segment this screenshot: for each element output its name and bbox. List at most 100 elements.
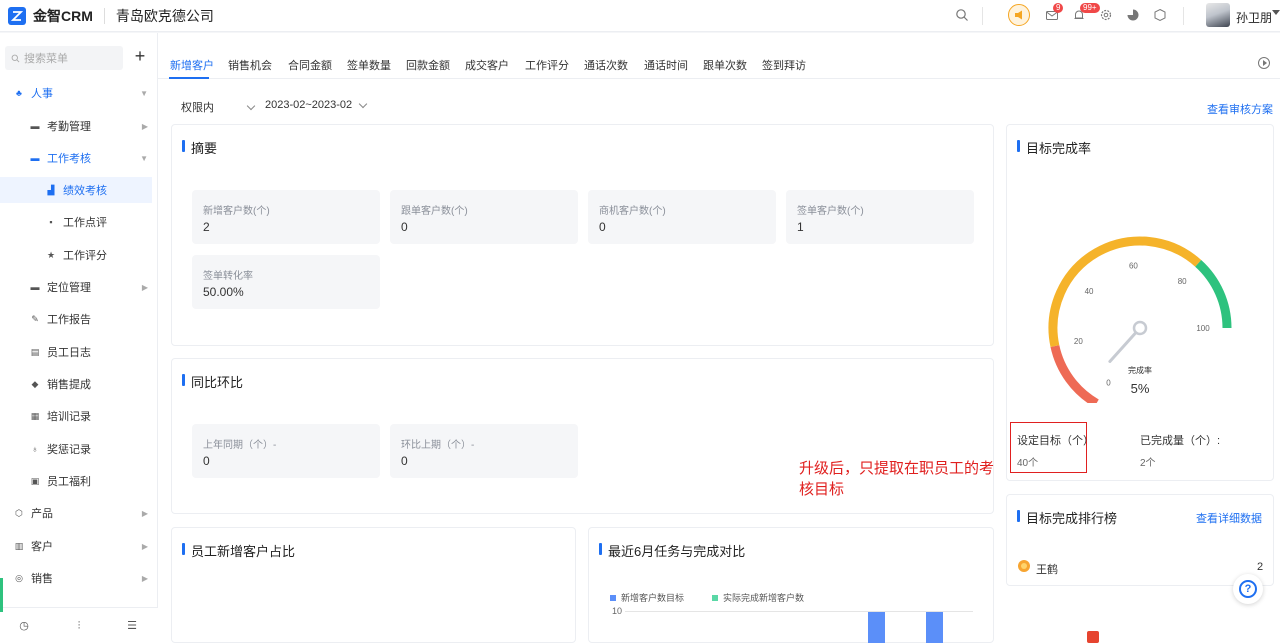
sidebar-item-work-report[interactable]: ✎ 工作报告 [0,306,152,332]
set-target-label: 设定目标（个） [1017,435,1094,447]
gauge-tick-label: 80 [1178,277,1187,286]
scope-select[interactable]: 权限内 [181,99,256,115]
set-target-value: 40个 [1017,458,1039,469]
settings-sliders-icon[interactable]: ⫶ [73,620,85,632]
tab-follow-count[interactable]: 跟单次数 [703,57,747,73]
add-menu-button[interactable]: + [129,46,151,68]
stat-value: 0 [203,454,210,468]
target-rate-title: 目标完成率 [1017,138,1091,157]
avatar[interactable] [1206,3,1230,27]
yoy-title: 同比环比 [182,372,243,391]
sidebar-item-commission[interactable]: ◆ 销售提成 [0,371,152,397]
folder-icon: ▬ [30,282,40,292]
sidebar-item-work-score[interactable]: ★ 工作评分 [0,242,152,268]
sidebar-item-staff-log[interactable]: ▤ 员工日志 [0,339,152,365]
sidebar-item-product[interactable]: ⬡ 产品 ▶ [0,500,152,526]
mail-icon[interactable]: 9 [1045,3,1064,22]
sidebar-item-location[interactable]: ▬ 定位管理 ▶ [0,274,152,300]
stat-conversion-rate: 签单转化率 50.00% [192,255,380,309]
sidebar-item-welfare[interactable]: ▣ 员工福利 [0,468,152,494]
history-icon[interactable]: ◷ [18,620,30,632]
stat-value: 2 [203,220,210,234]
upgrade-annotation: 升级后，只提取在职员工的考核目标 [799,459,995,498]
star-icon: ★ [46,249,56,260]
date-range-select[interactable]: 2023-02~2023-02 [265,99,368,111]
sidebar-item-sales[interactable]: ◎ 销售 ▶ [0,565,152,591]
gear-icon[interactable] [1099,8,1113,22]
tab-closed-customers[interactable]: 成交客户 [465,57,509,73]
completion-gauge: 0 20 40 60 80 100 完成率 5% [1048,236,1232,403]
stat-label: 上年同期（个）- [203,440,277,451]
sidebar-footer: ◷ ⫶ ☰ [0,607,158,643]
sidebar-item-work-review[interactable]: ▪ 工作点评 [0,209,152,235]
cube-icon[interactable] [1153,8,1167,22]
tab-new-customers[interactable]: 新增客户 [170,57,214,73]
sidebar-item-work-assessment[interactable]: ▬ 工作考核 ▼ [0,145,152,171]
trend-title: 最近6月任务与完成对比 [599,541,745,560]
gauge-tick-label: 20 [1074,337,1083,346]
sidebar-item-hr[interactable]: ♣ 人事 ▼ [0,80,152,106]
tab-call-time[interactable]: 通话时间 [644,57,688,73]
sidebar-item-training[interactable]: ▦ 培训记录 [0,403,152,429]
sales-icon: ◎ [15,572,23,583]
tab-contract-amount[interactable]: 合同金额 [288,57,332,73]
legend-swatch-actual [712,594,719,601]
sidebar-item-label: 销售 [31,573,53,585]
sidebar-item-label: 员工福利 [47,476,91,488]
view-audit-plan-link[interactable]: 查看审核方案 [1207,101,1273,117]
tab-checkin-visit[interactable]: 签到拜访 [762,57,806,73]
bell-badge: 99+ [1080,3,1100,13]
pie-chart-icon[interactable] [1126,8,1140,22]
folder-icon: ▬ [30,121,40,131]
announcement-icon[interactable] [1008,4,1030,26]
search-icon[interactable] [955,8,969,22]
stat-value: 0 [401,454,408,468]
chevron-right-icon: ▶ [141,541,148,551]
menu-search-input[interactable]: 搜索菜单 [5,46,123,70]
sidebar-item-label: 工作考核 [47,153,91,165]
trend-legend: 新增客户数目标 实际完成新增客户数 [610,591,804,604]
bar-target [868,612,885,643]
play-icon[interactable] [1258,57,1270,69]
collapse-menu-icon[interactable]: ☰ [126,620,138,632]
stat-label: 商机客户数(个) [599,206,666,217]
bell-icon[interactable]: 99+ [1072,3,1100,22]
tab-payment-amount[interactable]: 回款金额 [406,57,450,73]
book-icon: ▦ [30,410,40,421]
ranking-value: 2 [1257,561,1264,573]
menu-search-placeholder: 搜索菜单 [24,53,68,65]
completed-value: 2个 [1140,458,1156,469]
user-name[interactable]: 孙卫朋 [1236,9,1272,26]
tab-signed-count[interactable]: 签单数量 [347,57,391,73]
stat-value: 1 [797,220,804,234]
view-details-link[interactable]: 查看详细数据 [1196,510,1262,526]
sidebar-item-label: 员工日志 [47,347,91,359]
sidebar-item-label: 定位管理 [47,282,91,294]
sidebar-item-label: 绩效考核 [63,185,107,197]
chevron-down-icon [358,99,368,108]
date-range-value: 2023-02~2023-02 [265,99,353,111]
stat-last-year: 上年同期（个）- 0 [192,424,380,478]
header-divider-3 [1183,7,1184,25]
stat-value: 50.00% [203,285,244,299]
chevron-down-icon[interactable] [1272,10,1280,15]
help-button[interactable]: ? [1233,574,1263,604]
sidebar-item-rewards[interactable]: ♁ 奖惩记录 [0,436,152,462]
customer-icon: ▥ [14,540,24,551]
logo[interactable]: 金智CRM [8,6,93,26]
chevron-right-icon: ▶ [141,508,148,518]
input-method-icon [1087,631,1099,643]
gauge-tick-label: 100 [1196,324,1210,333]
tab-sales-opportunity[interactable]: 销售机会 [228,57,272,73]
edit-icon: ✎ [31,313,39,324]
tab-call-count[interactable]: 通话次数 [584,57,628,73]
staff-ratio-title: 员工新增客户占比 [182,541,295,560]
gauge-arc-low [1050,345,1099,403]
folder-open-icon: ▬ [30,153,40,163]
tab-work-score[interactable]: 工作评分 [525,57,569,73]
sidebar-item-performance[interactable]: ▟ 绩效考核 [0,177,152,203]
staff-ratio-card: 员工新增客户占比 [171,527,576,643]
crown-icon [1018,560,1030,572]
sidebar-item-attendance[interactable]: ▬ 考勤管理 ▶ [0,113,152,139]
sidebar-item-customer[interactable]: ▥ 客户 ▶ [0,533,152,559]
